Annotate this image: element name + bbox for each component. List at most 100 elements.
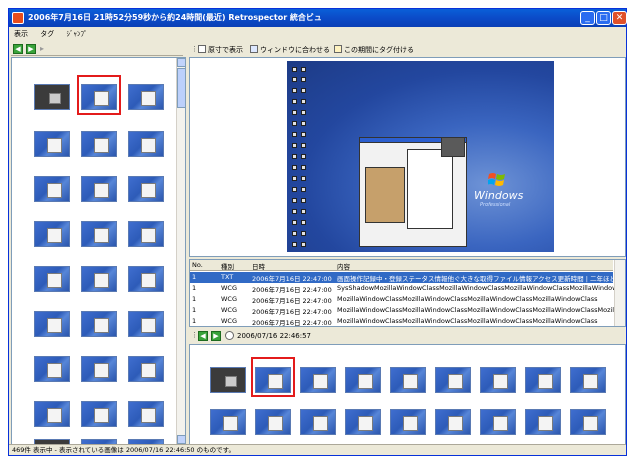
menu-bar: 表示 タグ ｼﾞｬﾝﾌﾟ — [9, 27, 626, 41]
inner-window-image — [365, 167, 405, 223]
add-tag-button[interactable]: この期間にタグ付ける — [344, 45, 414, 55]
thumbnail[interactable] — [300, 409, 336, 435]
cell-datetime: 2006年7月16日 22:47:00 — [252, 308, 332, 316]
scroll-down-button[interactable] — [177, 435, 185, 444]
os-edition-text: Professional — [480, 202, 511, 208]
cell-no: 1 — [192, 284, 197, 292]
thumbnail[interactable] — [525, 367, 561, 393]
left-panel-scrollbar[interactable] — [176, 58, 185, 444]
next-button[interactable]: ▶ — [26, 44, 36, 54]
table-row[interactable]: 1 WCG 2006年7月16日 22:47:00 MozillaWindowC… — [190, 294, 613, 305]
thumbnail[interactable] — [34, 176, 70, 202]
cell-type: WCG — [221, 306, 238, 314]
desktop-icon — [292, 67, 297, 72]
thumbnail[interactable] — [81, 401, 117, 427]
thumbnail[interactable] — [34, 221, 70, 247]
column-header-datetime[interactable]: 日時 — [252, 261, 312, 271]
thumbnail[interactable] — [435, 409, 471, 435]
prev-button[interactable]: ◀ — [13, 44, 23, 54]
thumbnail[interactable] — [128, 84, 164, 110]
thumbnail[interactable] — [128, 266, 164, 292]
menu-jump[interactable]: ｼﾞｬﾝﾌﾟ — [61, 27, 92, 41]
cell-type: WCG — [221, 295, 238, 303]
cell-content: MozillaWindowClassMozillaWindowClassMozi… — [337, 317, 598, 325]
cell-content: SysShadowMozillaWindowClassMozillaWindow… — [337, 284, 615, 292]
thumbnail[interactable] — [300, 367, 336, 393]
table-row[interactable]: 1 WCG 2006年7月16日 22:47:00 SysShadowMozil… — [190, 283, 615, 294]
main-window: 2006年7月16日 21時52分59秒から約24時間(最近) Retrospe… — [8, 8, 627, 456]
thumbnail[interactable] — [81, 221, 117, 247]
thumbnail[interactable] — [128, 356, 164, 382]
thumbnail[interactable] — [128, 221, 164, 247]
thumbnail[interactable] — [390, 409, 426, 435]
fit-window-icon — [250, 45, 258, 53]
desktop-icon — [292, 220, 297, 225]
actual-size-button[interactable]: 原寸で表示 — [208, 45, 243, 55]
thumbnail[interactable] — [345, 367, 381, 393]
thumbnail-strip[interactable] — [189, 344, 626, 447]
desktop-icon — [292, 154, 297, 159]
strip-toolbar: ⋮ ◀ ▶ 2006/07/16 22:46:57 — [189, 329, 626, 343]
thumbnail[interactable] — [210, 409, 246, 435]
strip-prev-button[interactable]: ◀ — [198, 331, 208, 341]
thumbnail[interactable] — [390, 367, 426, 393]
thumbnail[interactable] — [128, 131, 164, 157]
thumbnail[interactable] — [480, 367, 516, 393]
thumbnail[interactable] — [81, 266, 117, 292]
menu-view[interactable]: 表示 — [9, 27, 33, 41]
thumbnail[interactable] — [435, 367, 471, 393]
forward-arrow-icon[interactable]: ▸ — [40, 44, 48, 54]
desktop-icon — [292, 88, 297, 93]
thumbnail[interactable] — [128, 311, 164, 337]
table-row[interactable]: 1 WCG 2006年7月16日 22:47:00 MozillaWindowC… — [190, 305, 615, 316]
column-header-type[interactable]: 種別 — [221, 261, 245, 271]
title-bar[interactable]: 2006年7月16日 21時52分59秒から約24時間(最近) Retrospe… — [9, 9, 627, 27]
thumbnail[interactable] — [34, 266, 70, 292]
thumbnail[interactable] — [570, 367, 606, 393]
thumbnail[interactable] — [34, 356, 70, 382]
menu-tag[interactable]: タグ — [35, 27, 59, 41]
column-header-no[interactable]: No. — [192, 261, 216, 269]
minimize-button[interactable]: _ — [580, 11, 595, 25]
scroll-thumb[interactable] — [177, 68, 185, 108]
desktop-icon — [301, 77, 306, 82]
table-row[interactable]: 1 TXT 2006年7月16日 22:47:00 画面操作記録中・登録ステータ… — [190, 272, 615, 283]
thumbnail[interactable] — [525, 409, 561, 435]
screenshot-preview[interactable]: Windows Professional — [189, 57, 626, 257]
desktop-icon — [301, 121, 306, 126]
desktop-icon — [301, 88, 306, 93]
thumbnail[interactable] — [128, 401, 164, 427]
thumbnail[interactable] — [81, 131, 117, 157]
scroll-up-button[interactable] — [177, 58, 185, 67]
thumbnail[interactable] — [480, 409, 516, 435]
left-toolbar: ◀ ▶ ▸ — [11, 42, 183, 56]
desktop-icon — [301, 143, 306, 148]
maximize-button[interactable]: □ — [596, 11, 611, 25]
thumbnail[interactable] — [81, 311, 117, 337]
desktop-icon — [301, 67, 306, 72]
thumbnail[interactable] — [34, 84, 70, 110]
thumbnail[interactable] — [345, 409, 381, 435]
strip-next-button[interactable]: ▶ — [211, 331, 221, 341]
close-button[interactable]: ✕ — [612, 11, 627, 25]
thumbnail-list-panel[interactable] — [11, 57, 186, 445]
thumbnail[interactable] — [210, 367, 246, 393]
thumbnail[interactable] — [255, 409, 291, 435]
thumbnail[interactable] — [128, 176, 164, 202]
status-bar: 469件 表示中 - 表示されている画像は 2006/07/16 22:46:5… — [9, 444, 626, 455]
cell-content: MozillaWindowClassMozillaWindowClassMozi… — [337, 295, 598, 303]
thumbnail[interactable] — [81, 176, 117, 202]
fit-window-button[interactable]: ウィンドウに合わせる — [260, 45, 330, 55]
inner-window-list — [407, 149, 453, 229]
table-scrollbar[interactable] — [614, 260, 625, 326]
thumbnail[interactable] — [34, 401, 70, 427]
thumbnail[interactable] — [570, 409, 606, 435]
thumbnail[interactable] — [81, 356, 117, 382]
thumbnail[interactable] — [34, 311, 70, 337]
cell-type: WCG — [221, 317, 238, 325]
thumbnail[interactable] — [34, 131, 70, 157]
table-row[interactable]: 1 WCG 2006年7月16日 22:47:00 MozillaWindowC… — [190, 316, 613, 326]
desktop-icon — [292, 110, 297, 115]
column-header-content[interactable]: 内容 — [337, 261, 617, 271]
event-table: No. 種別 日時 内容 1 TXT 2006年7月16日 22:47:00 画… — [189, 259, 626, 327]
